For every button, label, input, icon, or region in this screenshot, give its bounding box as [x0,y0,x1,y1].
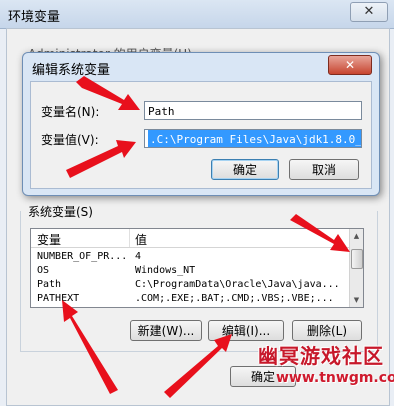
table-row[interactable]: NUMBER_OF_PR... 4 [31,250,349,264]
dialog-title: 编辑系统变量 [32,63,111,78]
system-variables-table[interactable]: 变量 值 NUMBER_OF_PR... 4 OS Windows_NT Pat… [30,228,364,308]
row-variable-name: OS [37,265,50,276]
watermark-url: www.tnwgm.com [276,370,394,386]
table-header: 变量 值 [31,229,349,248]
variable-value-field[interactable]: .C:\Program Files\Java\jdk1.8.0_91. [144,129,362,148]
window-title: 环境变量 [8,10,61,25]
row-variable-value: 4 [135,251,142,262]
row-variable-name: NUMBER_OF_PR... [37,251,127,262]
row-variable-value: .COM;.EXE;.BAT;.CMD;.VBS;.VBE;... [135,293,334,304]
variable-value-selected-text: .C:\Program Files\Java\jdk1.8.0_91. [148,130,361,147]
variable-name-label: 变量名(N): [41,105,100,119]
dialog-body: 变量名(N): Path 变量值(V): .C:\Program Files\J… [30,81,372,189]
window-close-button[interactable]: ✕ [350,2,388,22]
variable-value-label: 变量值(V): [41,133,99,147]
row-variable-value: C:\ProgramData\Oracle\Java\java... [135,279,340,290]
dialog-close-button[interactable]: ✕ [328,55,372,75]
row-variable-name: PATHEXT [37,293,80,304]
row-variable-value: Windows_NT [135,265,196,276]
scroll-down-arrow-icon[interactable]: ▼ [350,293,363,307]
table-scrollbar[interactable]: ▲ ▼ [349,229,363,307]
delete-button[interactable]: 删除(L) [292,320,362,341]
column-header-variable[interactable]: 变量 [37,231,61,248]
ok-button[interactable]: 确定 [211,159,279,180]
column-header-value[interactable]: 值 [135,231,147,248]
window-title-bar: 环境变量 ✕ [0,0,394,29]
watermark-logo-text: 幽冥游戏社区 [258,344,384,368]
scroll-up-arrow-icon[interactable]: ▲ [350,229,363,243]
new-button[interactable]: 新建(W)... [130,320,202,341]
cancel-button[interactable]: 取消 [289,159,359,180]
column-divider [129,229,130,247]
table-row-path[interactable]: Path C:\ProgramData\Oracle\Java\java... [31,278,349,292]
edit-button[interactable]: 编辑(I)... [208,320,284,341]
edit-system-variable-dialog: 编辑系统变量 ✕ 变量名(N): Path 变量值(V): .C:\Progra… [22,52,380,196]
variable-name-field[interactable]: Path [144,101,362,120]
table-row[interactable]: OS Windows_NT [31,264,349,278]
scrollbar-thumb[interactable] [351,249,363,269]
row-variable-name: Path [37,279,62,290]
table-row[interactable]: PATHEXT .COM;.EXE;.BAT;.CMD;.VBS;.VBE;..… [31,292,349,306]
